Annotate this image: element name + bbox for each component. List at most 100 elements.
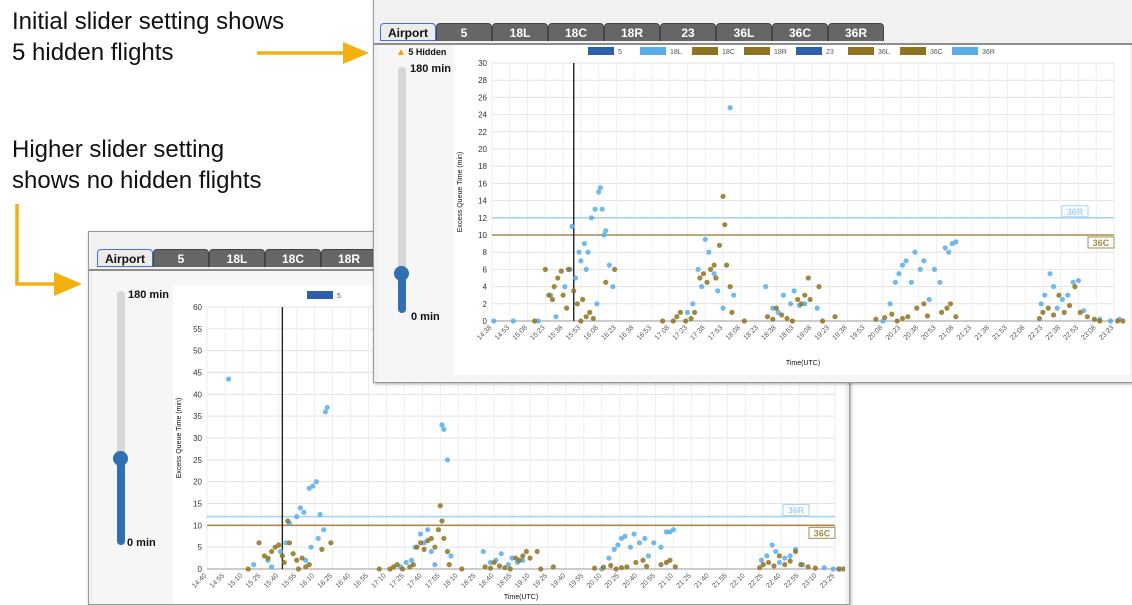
bottom-data-point-light[interactable] (301, 509, 307, 515)
top-data-point-olive[interactable] (1045, 305, 1051, 311)
top-data-point-olive[interactable] (939, 309, 945, 315)
top-data-point-light[interactable] (1054, 305, 1060, 311)
bottom-data-point-light[interactable] (441, 426, 447, 432)
top-legend-swatch-18c[interactable] (692, 47, 718, 55)
top-tab-airport[interactable]: Airport (380, 23, 436, 41)
top-data-point-light[interactable] (594, 301, 600, 307)
bottom-data-point-olive[interactable] (281, 559, 287, 566)
bottom-data-point-olive[interactable] (760, 562, 766, 568)
bottom-data-point-olive[interactable] (502, 565, 508, 571)
top-data-point-olive[interactable] (882, 314, 888, 321)
top-slider-handle[interactable] (394, 266, 409, 281)
top-data-point-olive[interactable] (704, 279, 710, 285)
top-data-point-olive[interactable] (805, 275, 811, 281)
top-data-point-light[interactable] (1107, 318, 1114, 324)
top-data-point-olive[interactable] (711, 262, 717, 268)
bottom-data-point-olive[interactable] (534, 548, 540, 555)
top-data-point-olive[interactable] (564, 305, 570, 311)
top-data-point-light[interactable] (599, 206, 605, 212)
bottom-data-point-olive[interactable] (550, 564, 556, 570)
bottom-data-point-olive[interactable] (527, 555, 533, 561)
bottom-data-point-light[interactable] (310, 483, 316, 489)
top-tab-36c[interactable]: 36C (772, 23, 828, 41)
bottom-data-point-light[interactable] (425, 527, 431, 533)
bottom-data-point-light[interactable] (268, 564, 275, 570)
top-data-point-olive[interactable] (924, 313, 930, 319)
top-tab-23[interactable]: 23 (660, 23, 716, 41)
top-data-point-light[interactable] (702, 236, 708, 242)
top-data-point-light[interactable] (603, 228, 609, 234)
top-data-point-light[interactable] (1038, 301, 1044, 307)
top-data-point-light[interactable] (791, 288, 797, 294)
top-data-point-light[interactable] (892, 279, 899, 285)
top-data-point-light[interactable] (576, 249, 582, 255)
top-data-point-olive[interactable] (764, 314, 771, 320)
top-data-point-olive[interactable] (713, 275, 719, 281)
bottom-data-point-olive[interactable] (265, 555, 271, 561)
top-data-point-light[interactable] (588, 215, 595, 221)
top-data-point-light[interactable] (585, 249, 591, 255)
bottom-data-point-light[interactable] (417, 531, 424, 537)
bottom-data-point-olive[interactable] (428, 535, 434, 542)
bottom-data-point-olive[interactable] (399, 566, 406, 572)
top-data-point-olive[interactable] (674, 314, 680, 320)
bottom-data-point-olive[interactable] (672, 564, 678, 570)
bottom-data-point-olive[interactable] (286, 540, 293, 546)
bottom-data-point-light[interactable] (324, 404, 330, 411)
top-data-point-olive[interactable] (542, 266, 548, 272)
bottom-data-point-olive[interactable] (394, 562, 400, 568)
top-data-point-olive[interactable] (560, 292, 566, 298)
bottom-tab-18l[interactable]: 18L (209, 249, 265, 267)
top-data-point-olive[interactable] (832, 314, 838, 320)
top-data-point-olive[interactable] (612, 266, 618, 272)
bottom-data-point-olive[interactable] (812, 565, 818, 571)
bottom-tab-airport[interactable]: Airport (97, 249, 153, 267)
top-data-point-olive[interactable] (578, 318, 584, 324)
top-data-point-light[interactable] (1059, 296, 1066, 303)
top-data-point-olive[interactable] (816, 284, 822, 290)
bottom-data-point-olive[interactable] (805, 564, 811, 570)
top-data-point-olive[interactable] (873, 316, 879, 322)
bottom-data-point-light[interactable] (773, 548, 779, 555)
bottom-data-point-olive[interactable] (295, 566, 302, 572)
bottom-tab-18c[interactable]: 18C (265, 249, 321, 267)
top-data-point-olive[interactable] (741, 318, 747, 324)
bottom-data-point-olive[interactable] (376, 566, 382, 572)
bottom-data-point-olive[interactable] (644, 563, 650, 569)
top-data-point-olive[interactable] (720, 193, 726, 199)
top-data-point-olive[interactable] (1066, 302, 1073, 309)
top-data-point-olive[interactable] (707, 266, 714, 272)
top-data-point-olive[interactable] (947, 301, 954, 307)
bottom-data-point-light[interactable] (658, 544, 664, 550)
bottom-data-point-olive[interactable] (516, 557, 522, 563)
top-data-point-light[interactable] (931, 266, 938, 272)
bottom-data-point-light[interactable] (769, 542, 775, 548)
bottom-data-point-olive[interactable] (491, 559, 497, 566)
top-data-point-light[interactable] (684, 309, 691, 315)
bottom-data-point-olive[interactable] (285, 518, 291, 524)
bottom-data-point-light[interactable] (444, 457, 451, 463)
top-data-point-light[interactable] (592, 206, 598, 212)
bottom-data-point-olive[interactable] (441, 535, 447, 542)
top-data-point-light[interactable] (706, 249, 712, 255)
top-data-point-olive[interactable] (660, 318, 666, 324)
top-data-point-light[interactable] (921, 258, 927, 264)
top-tab-18c[interactable]: 18C (548, 23, 604, 41)
top-data-point-light[interactable] (731, 292, 737, 298)
bottom-data-point-light[interactable] (611, 546, 617, 552)
top-legend-swatch-36c[interactable] (900, 47, 926, 55)
top-data-point-olive[interactable] (723, 262, 730, 268)
bottom-data-point-light[interactable] (651, 540, 657, 546)
top-data-point-olive[interactable] (549, 296, 556, 303)
top-data-point-light[interactable] (578, 258, 584, 264)
top-data-point-light[interactable] (690, 301, 696, 307)
bottom-data-point-olive[interactable] (667, 557, 673, 563)
bottom-data-point-light[interactable] (313, 479, 320, 485)
bottom-data-point-light[interactable] (294, 514, 300, 520)
bottom-data-point-olive[interactable] (640, 557, 646, 563)
bottom-data-point-light[interactable] (480, 548, 486, 555)
top-legend-swatch-36r[interactable] (952, 47, 978, 55)
bottom-data-point-olive[interactable] (766, 559, 772, 566)
top-data-point-olive[interactable] (580, 296, 586, 303)
top-data-point-light[interactable] (581, 241, 588, 247)
